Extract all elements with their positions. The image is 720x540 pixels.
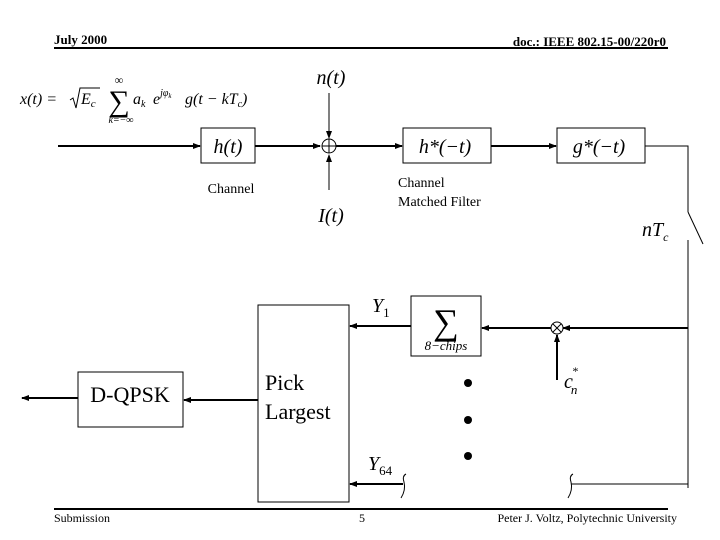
sampler-label: nTc <box>642 219 669 244</box>
dqpsk-label: D-QPSK <box>90 382 170 407</box>
receiver-block-diagram: July 2000 doc.: IEEE 802.15-00/220r0 x(t… <box>19 32 704 525</box>
eq-term-exp: ejφk <box>153 88 172 108</box>
matched-filter-expr: h*(−t) <box>419 136 472 158</box>
sampler-input-line <box>645 145 689 212</box>
eq-term-a: ak <box>133 91 146 110</box>
eq-sum-symbol: ∑ <box>108 85 129 118</box>
transmit-signal-equation: x(t) = Ec ∞ ∑ k=−∞ ak ejφk g(t − kTc) <box>19 73 247 126</box>
branch64-break-mark <box>567 473 574 499</box>
ellipsis-dot-2 <box>464 416 472 424</box>
pick-largest-line1: Pick <box>265 370 304 395</box>
pick-largest-line2: Largest <box>265 399 331 424</box>
matched-filter-caption-2: Matched Filter <box>398 195 481 210</box>
channel-expr: h(t) <box>214 136 243 158</box>
sampler-switch <box>687 211 704 245</box>
footer-page-number: 5 <box>359 511 365 525</box>
pulse-filter-expr: g*(−t) <box>573 136 626 158</box>
eq-lhs: x(t) = <box>19 91 57 108</box>
eq-sum-lower: k=−∞ <box>108 115 133 126</box>
summer-caption: 8−chips <box>425 338 468 353</box>
y1-label: Y1 <box>372 295 390 320</box>
footer-submission: Submission <box>54 511 110 525</box>
summer-symbol: ∑ <box>433 302 459 342</box>
y64-label: Y64 <box>368 453 393 478</box>
channel-caption: Channel <box>208 182 255 197</box>
interference-label: I(t) <box>317 205 344 227</box>
footer-author: Peter J. Voltz, Polytechnic University <box>497 511 677 525</box>
header-date: July 2000 <box>54 32 107 47</box>
header-doc-id: doc.: IEEE 802.15-00/220r0 <box>513 34 666 49</box>
eq-term-g: g(t − kTc) <box>185 91 247 110</box>
noise-label: n(t) <box>317 67 346 89</box>
ellipsis-dot-1 <box>464 379 472 387</box>
ellipsis-dot-3 <box>464 452 472 460</box>
matched-filter-caption-1: Channel <box>398 176 445 191</box>
code-chip-label: c* n <box>564 364 578 397</box>
y64-break-mark <box>400 473 407 499</box>
eq-sqrt-arg: Ec <box>80 91 96 110</box>
